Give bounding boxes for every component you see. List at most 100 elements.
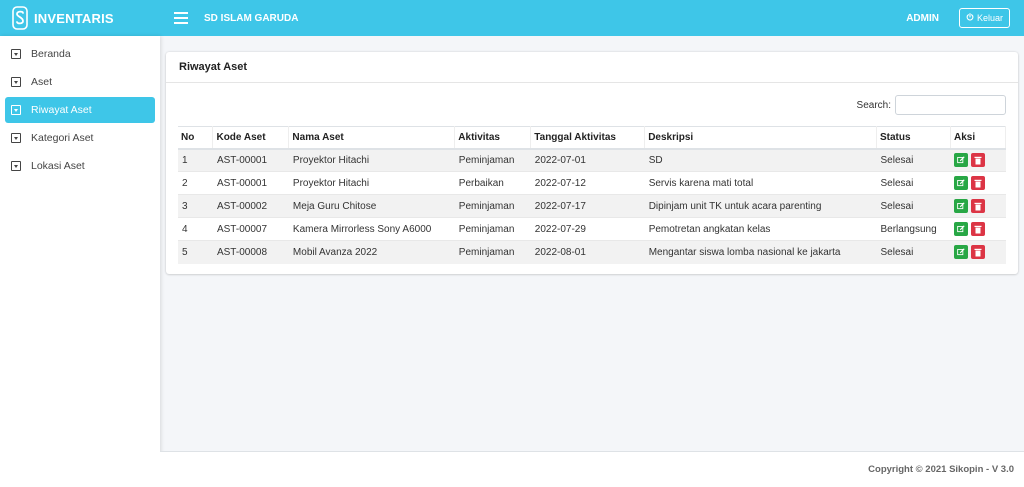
- cell-deskripsi: Dipinjam unit TK untuk acara parenting: [644, 194, 877, 218]
- sidebar-item-riwayat-aset[interactable]: Riwayat Aset: [5, 97, 155, 123]
- caret-square-icon: [11, 105, 21, 115]
- cell-aksi: [950, 194, 1006, 218]
- sidebar-item-label: Riwayat Aset: [31, 104, 92, 116]
- logout-label: Keluar: [976, 13, 1003, 23]
- trash-icon: [974, 202, 982, 210]
- power-icon: [966, 13, 974, 23]
- caret-square-icon: [11, 161, 21, 171]
- riwayat-aset-card: Riwayat Aset Search: No Kode Aset Nama A…: [166, 52, 1018, 274]
- cell-no: 2: [178, 171, 213, 195]
- sidebar-item-kategori-aset[interactable]: Kategori Aset: [5, 125, 155, 151]
- column-header[interactable]: Aktivitas: [454, 126, 532, 150]
- cell-tanggal: 2022-07-17: [530, 194, 645, 218]
- column-header[interactable]: Kode Aset: [212, 126, 290, 150]
- table-row: 1 AST-00001 Proyektor Hitachi Peminjaman…: [178, 148, 1006, 172]
- cell-aktivitas: Perbaikan: [454, 171, 531, 195]
- card-title: Riwayat Aset: [179, 61, 248, 73]
- cell-status: Selesai: [876, 148, 951, 172]
- column-header[interactable]: Tanggal Aktivitas: [530, 126, 646, 150]
- brand-logo-icon: [12, 6, 28, 30]
- delete-button[interactable]: [971, 222, 986, 236]
- footer: Copyright © 2021 Sikopin - V 3.0: [160, 451, 1024, 487]
- column-header[interactable]: Nama Aset: [288, 126, 456, 150]
- cell-deskripsi: Pemotretan angkatan kelas: [644, 217, 877, 241]
- cell-nama: Meja Guru Chitose: [288, 194, 455, 218]
- edit-icon: [957, 202, 966, 210]
- table-row: 5 AST-00008 Mobil Avanza 2022 Peminjaman…: [178, 240, 1006, 264]
- search-label: Search:: [856, 99, 891, 111]
- caret-square-icon: [11, 77, 21, 87]
- column-header[interactable]: No: [178, 126, 214, 150]
- cell-nama: Kamera Mirrorless Sony A6000: [288, 217, 455, 241]
- delete-button[interactable]: [971, 199, 986, 213]
- sidebar-item-label: Lokasi Aset: [31, 160, 85, 172]
- cell-aksi: [950, 240, 1006, 264]
- cell-no: 3: [178, 194, 213, 218]
- edit-button[interactable]: [954, 245, 969, 260]
- cell-aktivitas: Peminjaman: [454, 240, 531, 264]
- column-header[interactable]: Deskripsi: [644, 126, 877, 150]
- edit-icon: [957, 156, 966, 164]
- sidebar: Beranda Aset Riwayat Aset Kategori Aset …: [0, 36, 160, 487]
- caret-square-icon: [11, 49, 21, 59]
- logout-button[interactable]: Keluar: [958, 8, 1010, 28]
- table-row: 2 AST-00001 Proyektor Hitachi Perbaikan …: [178, 171, 1006, 195]
- sidebar-item-beranda[interactable]: Beranda: [5, 41, 155, 67]
- edit-button[interactable]: [954, 176, 969, 190]
- trash-icon: [974, 156, 982, 165]
- cell-kode: AST-00007: [212, 217, 289, 241]
- table-row: 3 AST-00002 Meja Guru Chitose Peminjaman…: [178, 194, 1006, 218]
- cell-aksi: [950, 148, 1006, 172]
- cell-nama: Mobil Avanza 2022: [288, 240, 455, 264]
- cell-aktivitas: Peminjaman: [454, 148, 531, 172]
- cell-nama: Proyektor Hitachi: [288, 171, 455, 195]
- cell-aktivitas: Peminjaman: [454, 194, 531, 218]
- cell-kode: AST-00008: [212, 240, 289, 264]
- cell-deskripsi: SD: [644, 148, 877, 172]
- cell-status: Selesai: [876, 240, 951, 264]
- table-header-row: No Kode Aset Nama Aset Aktivitas Tanggal…: [178, 126, 1007, 150]
- menu-toggle-icon[interactable]: [174, 12, 188, 24]
- delete-button[interactable]: [971, 245, 986, 260]
- search-input[interactable]: [895, 95, 1006, 115]
- table-row: 4 AST-00007 Kamera Mirrorless Sony A6000…: [178, 217, 1006, 241]
- cell-deskripsi: Mengantar siswa lomba nasional ke jakart…: [644, 240, 877, 264]
- cell-nama: Proyektor Hitachi: [288, 148, 455, 172]
- cell-no: 4: [178, 217, 213, 241]
- table-search: Search:: [857, 95, 1006, 115]
- edit-icon: [957, 179, 966, 187]
- delete-button[interactable]: [971, 176, 986, 190]
- column-header[interactable]: Aksi: [950, 126, 1007, 150]
- cell-aktivitas: Peminjaman: [454, 217, 531, 241]
- cell-status: Selesai: [876, 194, 951, 218]
- trash-icon: [974, 248, 982, 257]
- user-name: ADMIN: [906, 12, 939, 24]
- caret-square-icon: [11, 133, 21, 143]
- sidebar-item-label: Aset: [31, 76, 53, 88]
- edit-button[interactable]: [954, 199, 969, 213]
- cell-tanggal: 2022-07-29: [530, 217, 645, 241]
- column-header[interactable]: Status: [876, 126, 951, 150]
- cell-no: 5: [178, 240, 213, 264]
- edit-button[interactable]: [954, 222, 969, 236]
- sidebar-item-aset[interactable]: Aset: [5, 69, 155, 95]
- delete-button[interactable]: [971, 153, 986, 168]
- edit-button[interactable]: [954, 153, 969, 168]
- edit-icon: [957, 225, 966, 233]
- sidebar-item-lokasi-aset[interactable]: Lokasi Aset: [5, 153, 155, 179]
- cell-aksi: [950, 217, 1006, 241]
- cell-kode: AST-00001: [212, 148, 289, 172]
- copyright-text: Copyright © 2021 Sikopin - V 3.0: [868, 464, 1014, 475]
- brand[interactable]: INVENTARIS: [0, 0, 160, 36]
- top-navbar: INVENTARIS SD ISLAM GARUDA ADMIN Keluar: [0, 0, 1024, 36]
- cell-status: Berlangsung: [876, 217, 951, 241]
- cell-tanggal: 2022-07-01: [530, 148, 645, 172]
- cell-tanggal: 2022-07-12: [530, 171, 645, 195]
- cell-kode: AST-00002: [212, 194, 289, 218]
- cell-status: Selesai: [876, 171, 951, 195]
- cell-tanggal: 2022-08-01: [530, 240, 645, 264]
- trash-icon: [974, 179, 982, 187]
- card-header: Riwayat Aset: [166, 52, 1018, 83]
- school-name: SD ISLAM GARUDA: [204, 12, 299, 24]
- cell-deskripsi: Servis karena mati total: [644, 171, 877, 195]
